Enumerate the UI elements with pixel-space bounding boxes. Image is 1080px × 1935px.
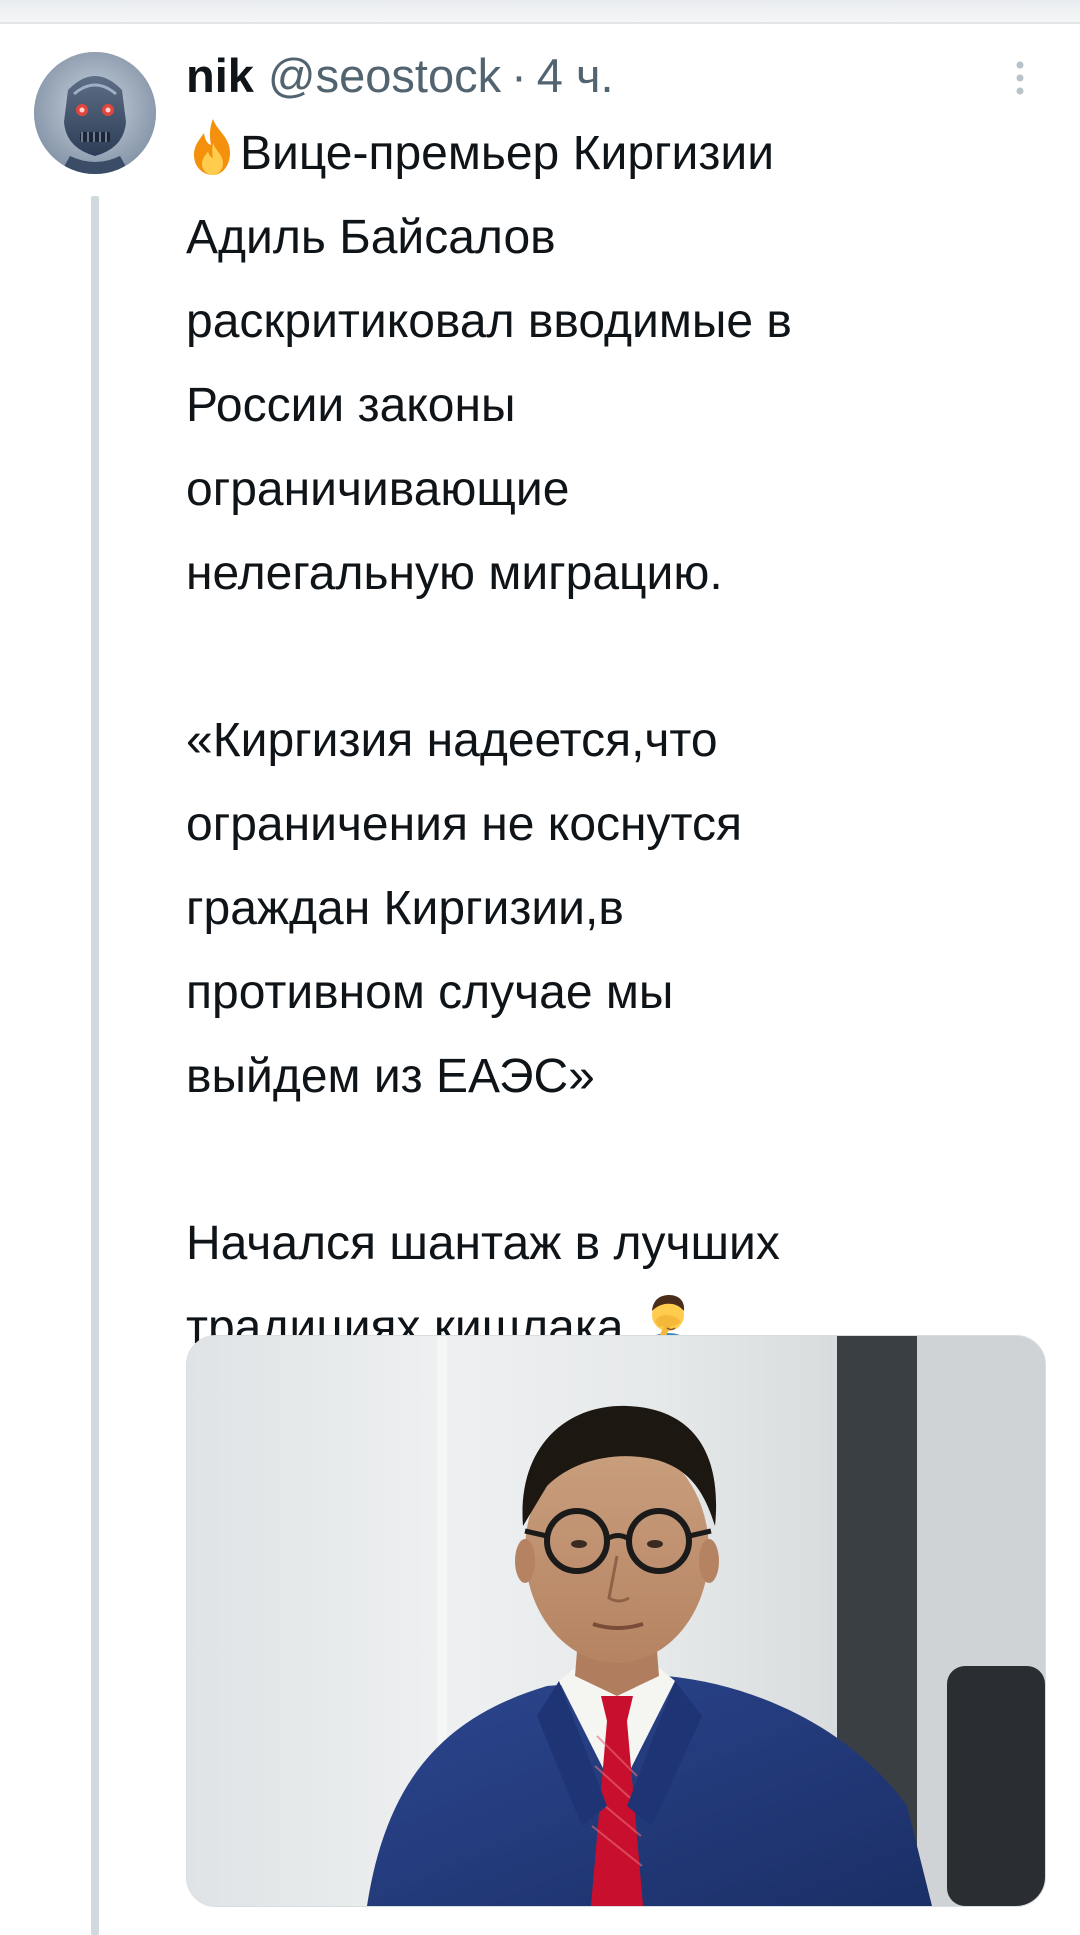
text-line: Вице-премьер Киргизии	[186, 112, 1046, 196]
tweet-text: Вице-премьер Киргизии Адиль Байсалов рас…	[186, 112, 1046, 1370]
terminator-avatar-icon	[34, 52, 156, 174]
text-line: Начался шантаж в лучших	[186, 1217, 780, 1270]
text-line: граждан Киргизии,в	[186, 882, 624, 935]
text-line: ограничения не коснутся	[186, 798, 742, 851]
tweet-photo[interactable]	[186, 1335, 1046, 1907]
text-line: раскритиковал вводимые в	[186, 295, 792, 348]
text-line: Адиль Байсалов	[186, 211, 556, 264]
separator: ·	[511, 49, 527, 102]
text-line: противном случае мы	[186, 966, 674, 1019]
top-strip	[0, 0, 1080, 22]
tweet-paragraph-2: «Киргизия надеется,что ограничения не ко…	[186, 699, 1046, 1119]
top-divider	[0, 22, 1080, 24]
text-line-content: Вице-премьер Киргизии	[240, 127, 774, 180]
text-line: «Киргизия надеется,что	[186, 714, 718, 767]
text-line: ограничивающие	[186, 463, 570, 516]
text-line: выйдем из ЕАЭС»	[186, 1050, 595, 1103]
timestamp[interactable]: 4 ч.	[537, 44, 614, 108]
user-handle[interactable]: @seostock	[268, 44, 501, 108]
more-options-button[interactable]	[1000, 50, 1040, 106]
fire-emoji	[194, 119, 230, 175]
more-vertical-icon	[1016, 61, 1024, 95]
thread-line	[91, 196, 99, 1935]
text-line: нелегальную миграцию.	[186, 547, 723, 600]
tweet-paragraph-1: Вице-премьер Киргизии Адиль Байсалов рас…	[186, 112, 1046, 616]
avatar[interactable]	[34, 52, 156, 174]
man-in-suit-with-glasses-photo	[187, 1336, 1045, 1906]
text-line: России законы	[186, 379, 516, 432]
display-name[interactable]: nik	[186, 44, 254, 108]
tweet-header: nik @seostock · 4 ч.	[186, 44, 614, 108]
